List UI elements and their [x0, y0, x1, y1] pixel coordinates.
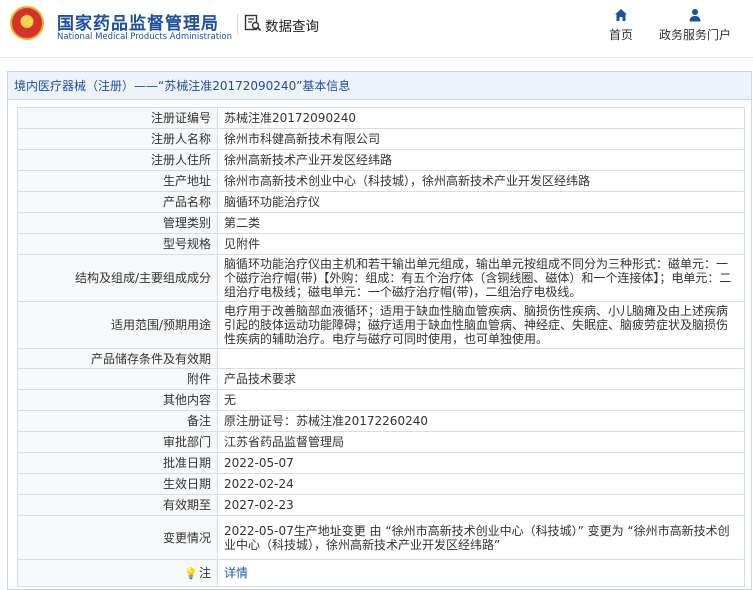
row-value: 脑循环功能治疗仪 [217, 191, 745, 213]
row-label: 批准日期 [17, 452, 218, 474]
row-label: 结构及组成/主要组成成分 [17, 254, 218, 302]
table-row: 产品名称 脑循环功能治疗仪 [17, 191, 745, 213]
data-search-title[interactable]: 数据查询 [265, 15, 319, 35]
note-label-cell: 💡注 [17, 559, 218, 587]
table-row: 注册人住所 徐州高新技术产业开发区经纬路 [17, 149, 745, 171]
nav-portal-label: 政务服务门户 [658, 28, 731, 42]
row-value: 第二类 [217, 212, 745, 234]
row-value: 徐州市高新技术创业中心（科技城），徐州高新技术产业开发区经纬路 [217, 170, 745, 192]
row-value: 2022-02-24 [217, 473, 745, 495]
table-row: 生产地址 徐州市高新技术创业中心（科技城），徐州高新技术产业开发区经纬路 [17, 170, 745, 192]
brand-name-cn[interactable]: 国家药品监督管理局 [57, 9, 219, 34]
table-row: 管理类别 第二类 [17, 212, 745, 234]
brand-name-en[interactable]: National Medical Products Administration [57, 32, 232, 42]
row-value: 产品技术要求 [217, 368, 745, 390]
row-label: 产品名称 [17, 191, 218, 213]
row-value: 无 [217, 389, 745, 411]
table-row: 适用范围/预期用途 电疗用于改善脑部血液循环；适用于缺血性脑血管疾病、脑损伤性疾… [17, 301, 745, 349]
table-row: 生效日期 2022-02-24 [17, 473, 745, 495]
row-value: 2027-02-23 [217, 494, 745, 516]
table-row: 审批部门 江苏省药品监督管理局 [17, 431, 745, 453]
device-info-table: 注册证编号 苏械注准20172090240 注册人名称 徐州市科健高新技术有限公… [17, 107, 745, 587]
table-row: 备注 原注册证号：苏械注准20172260240 [17, 410, 745, 432]
lightbulb-icon: 💡 [184, 566, 198, 580]
row-value: 见附件 [217, 233, 745, 255]
row-label: 注册人住所 [17, 149, 218, 171]
table-row: 有效期至 2027-02-23 [17, 494, 745, 516]
row-label: 有效期至 [17, 494, 218, 516]
row-value: 江苏省药品监督管理局 [217, 431, 745, 453]
row-value [217, 348, 745, 369]
row-label: 生产地址 [17, 170, 218, 192]
table-row: 注册人名称 徐州市科健高新技术有限公司 [17, 128, 745, 150]
national-emblem-icon: ★ [10, 6, 44, 40]
header-bottom-rule [0, 57, 753, 58]
table-row: 注册证编号 苏械注准20172090240 [17, 107, 745, 129]
row-label: 注册人名称 [17, 128, 218, 150]
row-label: 产品储存条件及有效期 [17, 348, 218, 369]
row-label: 管理类别 [17, 212, 218, 234]
row-label: 注 [198, 565, 211, 580]
table-row: 变更情况 2022-05-07生产地址变更 由 “徐州市高新技术创业中心（科技城… [17, 515, 745, 560]
table-row: 产品储存条件及有效期 [17, 348, 745, 369]
row-label: 备注 [17, 410, 218, 432]
device-info-panel: 境内医疗器械（注册）——“苏械注准20172090240”基本信息 注册证编号 … [7, 71, 752, 590]
site-header: ★ 国家药品监督管理局 National Medical Products Ad… [0, 0, 753, 58]
row-value: 徐州市科健高新技术有限公司 [217, 128, 745, 150]
table-row: 💡注 详情 [17, 559, 745, 587]
home-icon [615, 9, 627, 21]
nav-home-label: 首页 [608, 28, 633, 42]
row-label: 生效日期 [17, 473, 218, 495]
table-row: 结构及组成/主要组成成分 脑循环功能治疗仪由主机和若干输出单元组成，输出单元按组… [17, 254, 745, 302]
table-row: 附件 产品技术要求 [17, 368, 745, 390]
panel-title: 境内医疗器械（注册）——“苏械注准20172090240”基本信息 [8, 72, 751, 100]
table-row: 批准日期 2022-05-07 [17, 452, 745, 474]
row-label: 变更情况 [17, 515, 218, 560]
row-label: 附件 [17, 368, 218, 390]
header-divider [237, 14, 238, 34]
table-row: 其他内容 无 [17, 389, 745, 411]
row-value: 徐州高新技术产业开发区经纬路 [217, 149, 745, 171]
row-label: 其他内容 [17, 389, 218, 411]
row-value: 苏械注准20172090240 [217, 107, 745, 129]
row-label: 型号规格 [17, 233, 218, 255]
row-value: 原注册证号：苏械注准20172260240 [217, 410, 745, 432]
table-row: 型号规格 见附件 [17, 233, 745, 255]
row-label: 适用范围/预期用途 [17, 301, 218, 349]
row-label: 注册证编号 [17, 107, 218, 129]
row-label: 审批部门 [17, 431, 218, 453]
data-search-icon [244, 14, 262, 32]
user-icon [689, 9, 701, 22]
nav-service-portal[interactable]: 政务服务门户 [657, 8, 733, 43]
row-value: 2022-05-07生产地址变更 由 “徐州市高新技术创业中心（科技城）” 变更… [217, 515, 745, 560]
details-link[interactable]: 详情 [217, 559, 745, 587]
row-value: 2022-05-07 [217, 452, 745, 474]
row-value: 电疗用于改善脑部血液循环；适用于缺血性脑血管疾病、脑损伤性疾病、小儿脑瘫及由上述… [217, 301, 745, 349]
row-value: 脑循环功能治疗仪由主机和若干输出单元组成，输出单元按组成不同分为三种形式：磁单元… [217, 254, 745, 302]
nav-home[interactable]: 首页 [604, 8, 638, 43]
